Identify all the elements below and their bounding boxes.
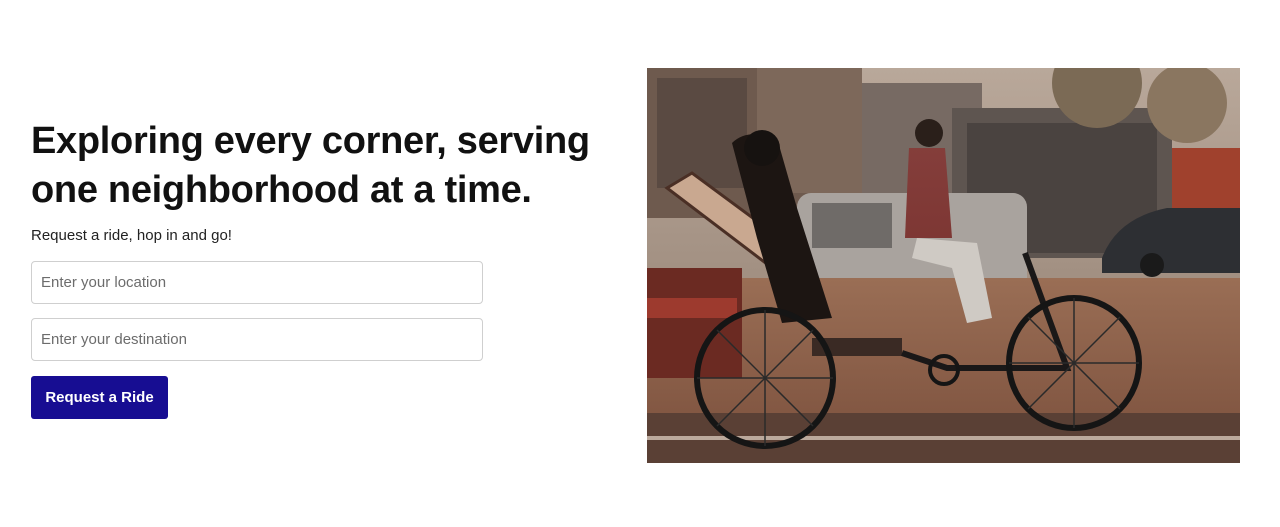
request-ride-button[interactable]: Request a Ride — [31, 376, 168, 419]
page-title: Exploring every corner, serving one neig… — [31, 117, 591, 215]
cycle-rickshaw-photo — [647, 68, 1240, 463]
headline-line-2: one neighborhood at a time. — [31, 169, 532, 211]
hero-text-section: Exploring every corner, serving one neig… — [31, 117, 591, 419]
headline-line-1: Exploring every corner, serving — [31, 120, 590, 162]
subtitle: Request a ride, hop in and go! — [31, 227, 232, 244]
destination-input[interactable] — [31, 318, 483, 361]
location-input[interactable] — [31, 261, 483, 304]
hero-photo — [647, 68, 1240, 463]
page: Exploring every corner, serving one neig… — [0, 0, 1280, 527]
